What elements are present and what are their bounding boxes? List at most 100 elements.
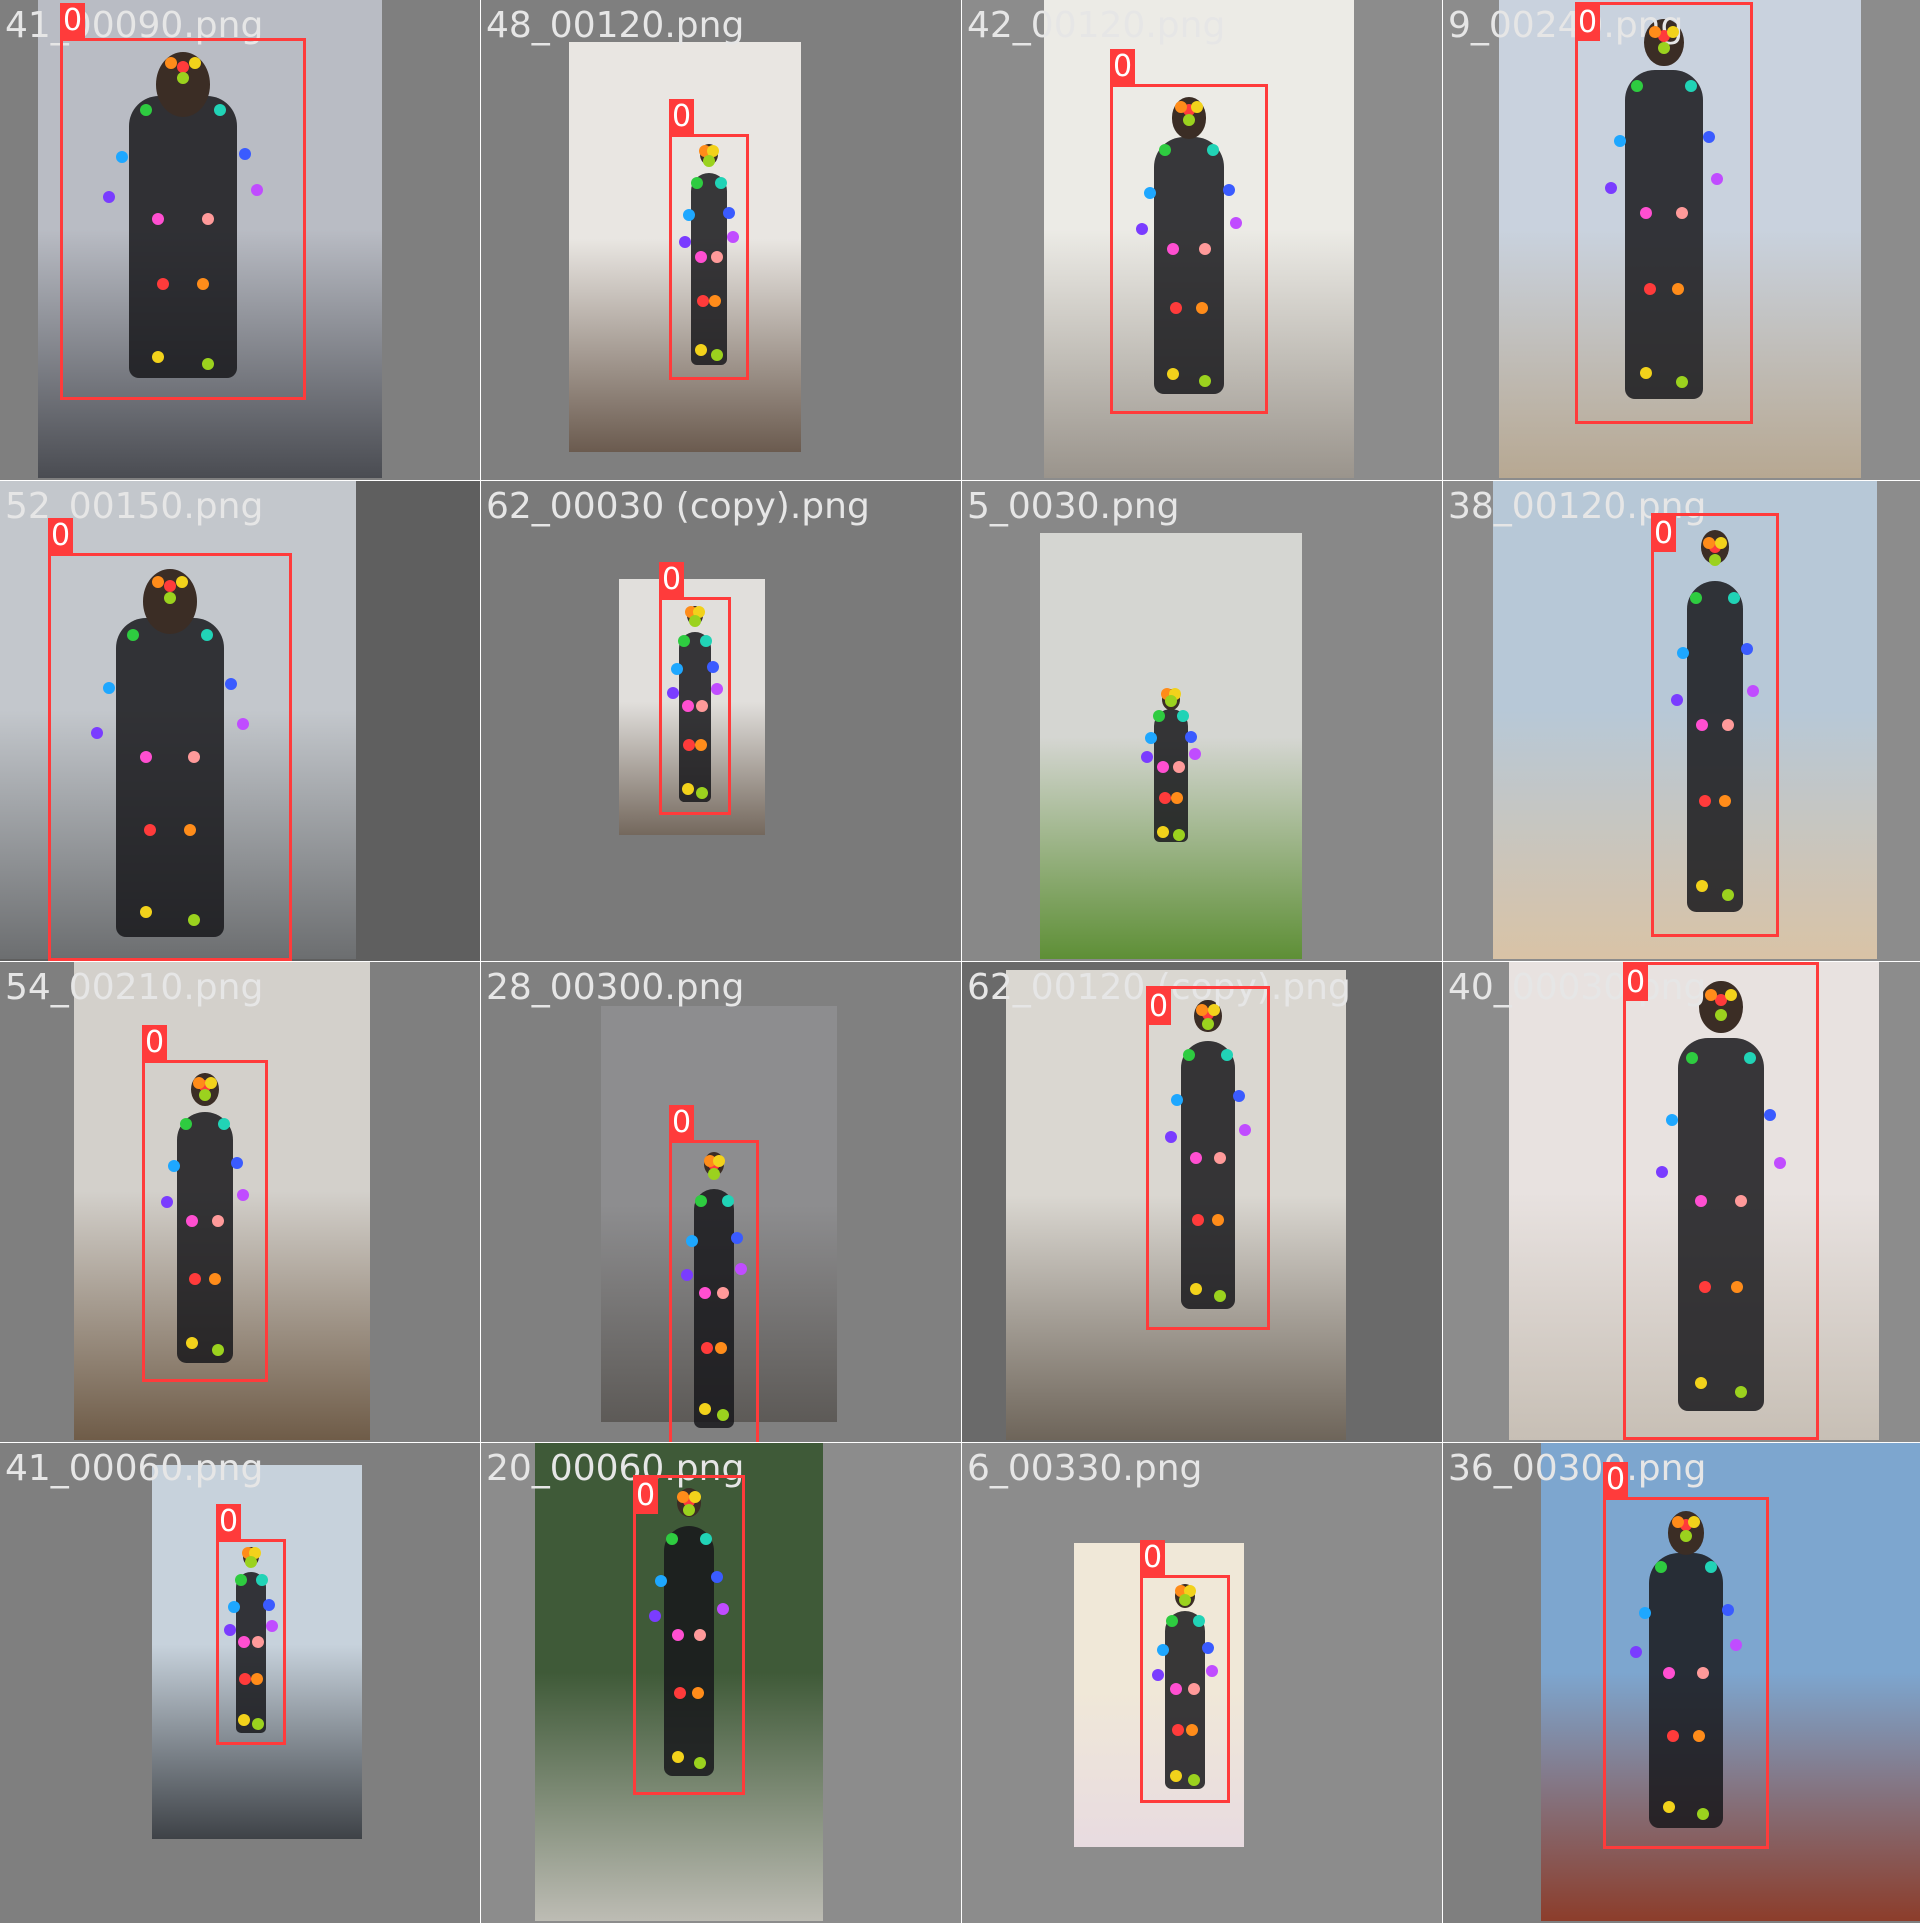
keypoint-marker [689, 614, 701, 627]
keypoint-marker [1188, 747, 1201, 760]
keypoint-marker [236, 1189, 249, 1202]
result-tile: 41_00060.png 0 [0, 1443, 480, 1923]
keypoint-marker [103, 681, 115, 694]
result-tile: 28_00300.png 0 [481, 962, 961, 1442]
keypoint-marker [1688, 1515, 1701, 1528]
keypoint-marker [227, 1600, 240, 1613]
keypoint-marker [238, 147, 251, 160]
dancer-silhouette [1153, 709, 1189, 843]
detection-bbox: 0 [1623, 962, 1819, 1440]
keypoint-marker [1709, 553, 1721, 566]
class-label: 0 [216, 1504, 242, 1540]
filename-label: 36_00300.png [1448, 1448, 1707, 1489]
keypoint-marker [225, 677, 237, 690]
keypoint-marker [1195, 302, 1208, 315]
detection-bbox: 0 [669, 1105, 759, 1442]
result-tile: 5_0030.png [962, 481, 1442, 961]
keypoint-marker [1670, 693, 1683, 706]
keypoint-marker [699, 634, 712, 647]
keypoint-marker [1744, 1051, 1757, 1064]
detection-bbox: 0 [633, 1475, 745, 1795]
filename-label: 54_00210.png [5, 967, 264, 1008]
image-grid: 41_00090.png 0 48_00120.png 0 42_00120.png 0 9… [0, 0, 1920, 1923]
result-tile: 52_00150.png 0 [0, 481, 480, 961]
keypoint-marker [681, 782, 694, 795]
keypoint-marker [678, 634, 691, 647]
keypoint-marker [1649, 25, 1662, 38]
keypoint-marker [151, 575, 164, 588]
detection-bbox: 0 [1140, 1540, 1230, 1803]
keypoint-marker [1764, 1108, 1776, 1121]
class-label: 0 [1146, 989, 1172, 1025]
result-tile: 40_00030.png 0 [1443, 962, 1920, 1442]
keypoint-marker [164, 579, 176, 592]
keypoint-marker [1666, 25, 1679, 38]
keypoint-marker [1195, 1004, 1208, 1017]
keypoint-marker [1189, 1282, 1202, 1295]
keypoint-marker [1715, 1008, 1727, 1021]
keypoint-marker [1184, 730, 1197, 743]
keypoint-marker [255, 1574, 268, 1587]
keypoint-marker [167, 1160, 180, 1173]
keypoint-marker [1685, 1051, 1698, 1064]
filename-label: 5_0030.png [967, 486, 1180, 527]
detection-bbox: 0 [1146, 986, 1270, 1330]
keypoint-marker [1214, 1289, 1227, 1302]
keypoint-marker [1695, 1376, 1708, 1389]
detection-bbox: 0 [60, 3, 306, 400]
keypoint-marker [1702, 131, 1715, 144]
keypoint-marker [1202, 1017, 1214, 1030]
result-tile: 36_00300.png 0 [1443, 1443, 1920, 1923]
keypoint-marker [262, 1598, 275, 1611]
keypoint-marker [238, 1636, 250, 1648]
keypoint-marker [224, 1623, 236, 1636]
keypoint-marker [1158, 791, 1171, 804]
keypoint-marker [1734, 1195, 1747, 1207]
keypoint-marker [196, 278, 209, 291]
class-label: 0 [1110, 49, 1136, 85]
keypoint-marker [699, 1287, 711, 1299]
keypoint-marker [1715, 536, 1728, 549]
keypoint-marker [671, 662, 683, 675]
result-tile: 54_00210.png 0 [0, 962, 480, 1442]
keypoint-marker [1143, 186, 1156, 199]
class-label: 0 [659, 562, 685, 598]
detection-bbox: 0 [48, 518, 292, 961]
keypoint-marker [1773, 1156, 1786, 1169]
detection-bbox: 0 [1575, 2, 1753, 424]
keypoint-marker [712, 1155, 725, 1168]
keypoint-marker [1222, 183, 1235, 196]
keypoint-marker [250, 184, 263, 197]
keypoint-marker [176, 575, 189, 588]
keypoint-marker [1680, 1529, 1692, 1542]
keypoint-marker [192, 1076, 205, 1089]
keypoint-marker [115, 151, 128, 164]
class-label: 0 [142, 1025, 168, 1061]
class-label: 0 [669, 99, 695, 135]
keypoint-marker [1198, 375, 1211, 387]
detection-bbox: 0 [216, 1504, 286, 1745]
keypoint-marker [127, 628, 140, 641]
keypoint-marker [707, 660, 719, 673]
keypoint-marker [735, 1262, 747, 1275]
keypoint-marker [205, 1076, 218, 1089]
keypoint-marker [230, 1157, 243, 1170]
keypoint-marker [694, 739, 707, 752]
keypoint-marker [671, 1750, 684, 1763]
result-tile: 38_00120.png 0 [1443, 481, 1920, 961]
keypoint-marker [685, 1234, 698, 1247]
filename-label: 28_00300.png [486, 967, 745, 1008]
class-label: 0 [1575, 5, 1601, 41]
keypoint-marker [1721, 719, 1734, 731]
keypoint-marker [1675, 207, 1688, 219]
keypoint-marker [234, 1574, 247, 1587]
keypoint-marker [696, 295, 709, 308]
filename-label: 62_00030 (copy).png [486, 486, 870, 527]
filename-label: 52_00150.png [5, 486, 264, 527]
keypoint-marker [723, 206, 735, 219]
keypoint-marker [90, 726, 103, 739]
class-label: 0 [1140, 1540, 1166, 1576]
keypoint-marker [681, 700, 694, 712]
keypoint-marker [211, 1215, 224, 1227]
class-label: 0 [1651, 516, 1677, 552]
